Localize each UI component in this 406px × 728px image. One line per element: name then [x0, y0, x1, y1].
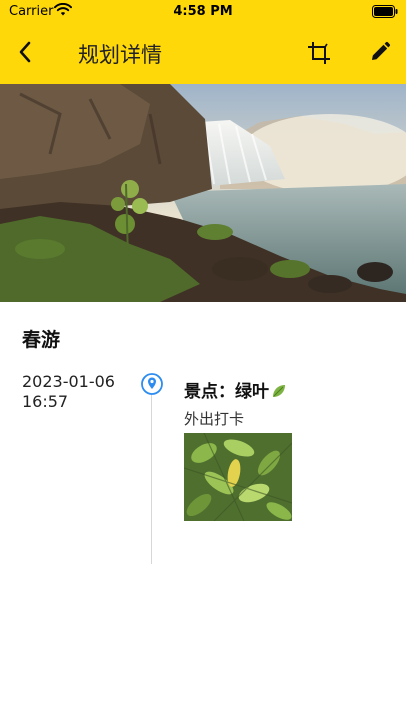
entry-time: 16:57 — [22, 392, 69, 411]
leaf-icon — [273, 385, 285, 397]
status-bar: Carrier 4:58 PM — [0, 0, 406, 24]
spot-photo[interactable] — [184, 433, 292, 521]
spot-title[interactable]: 景点：绿叶 — [184, 377, 287, 402]
page-title: 规划详情 — [78, 43, 162, 67]
battery-icon — [372, 5, 398, 18]
chevron-left-icon[interactable] — [12, 38, 40, 66]
cover-photo — [0, 84, 406, 302]
plan-title: 春游 — [22, 329, 61, 351]
navigation-bar: 规划详情 — [0, 24, 406, 84]
pencil-icon[interactable] — [368, 40, 392, 64]
entry-date: 2023-01-06 — [22, 372, 115, 391]
location-pin-icon — [141, 373, 163, 395]
spot-label: 景点：绿叶 — [184, 382, 269, 402]
entry-datetime: 2023-01-06 16:57 — [22, 372, 115, 412]
spot-description: 外出打卡 — [184, 410, 245, 428]
timeline-line — [151, 392, 152, 564]
crop-icon[interactable] — [306, 40, 332, 66]
status-time: 4:58 PM — [173, 4, 233, 19]
top-bar: Carrier 4:58 PM 规划详情 — [0, 0, 406, 84]
